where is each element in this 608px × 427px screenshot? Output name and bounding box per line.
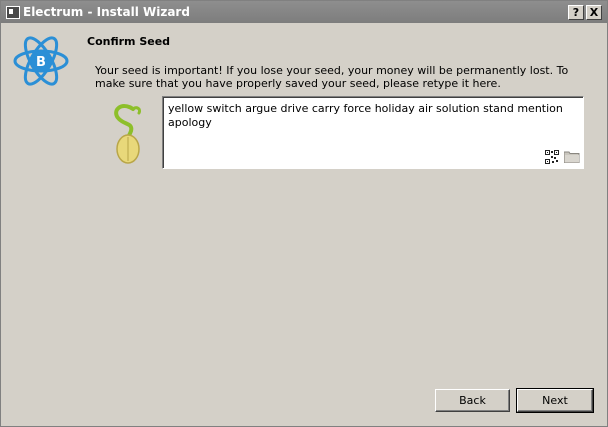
close-button[interactable]: X — [586, 5, 602, 20]
seed-input[interactable]: yellow switch argue drive carry force ho… — [162, 96, 584, 169]
qr-code-icon[interactable] — [545, 150, 559, 164]
window-app-icon — [6, 6, 20, 19]
seed-warning-message: Your seed is important! If you lose your… — [95, 64, 569, 90]
window-title: Electrum - Install Wizard — [23, 5, 190, 19]
install-wizard-window: Electrum - Install Wizard ? X B Confirm … — [0, 0, 608, 427]
svg-text:B: B — [36, 55, 46, 70]
title-bar[interactable]: Electrum - Install Wizard ? X — [1, 1, 607, 23]
seed-sprout-icon — [114, 104, 141, 164]
next-button[interactable]: Next — [516, 388, 594, 413]
seed-text[interactable]: yellow switch argue drive carry force ho… — [168, 102, 577, 130]
help-button[interactable]: ? — [568, 5, 584, 20]
back-button[interactable]: Back — [435, 389, 510, 412]
electrum-logo-icon: B — [13, 36, 69, 86]
folder-icon[interactable] — [564, 151, 580, 163]
page-title: Confirm Seed — [87, 35, 171, 48]
